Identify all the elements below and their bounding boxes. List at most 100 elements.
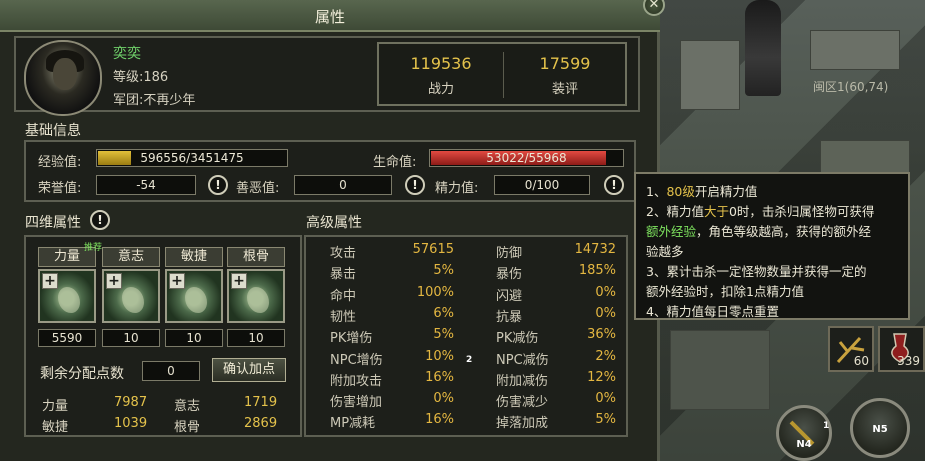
four-stats-box: 力量 推荐 意志 敏捷 根骨 + + + + 5590 10 10 10 剩余分… [24,235,302,437]
hp-bar: 53022/55968 [429,149,624,167]
strength-points: 5590 [38,329,96,347]
adv-stat-label: 暴伤 [496,267,523,283]
adv-stat-label: 闪避 [496,288,523,304]
beast-glyph [58,287,80,313]
combat-power-label: 战力 [427,82,454,97]
item-count: 339 [897,354,920,368]
body-glyph [247,287,269,313]
gear-score-label: 装评 [551,82,578,97]
karma-value: 0 [294,175,392,195]
adv-stat-label: 韧性 [330,309,357,325]
character-level: 等级:186 [113,70,169,85]
adv-stat-label: 附加攻击 [330,373,383,389]
add-point-icon[interactable]: + [106,273,122,289]
adv-stat-value: 10% [425,348,454,364]
adv-stat-label: PK增伤 [330,331,373,347]
honor-value: -54 [96,175,196,195]
adv-stat-value: 5% [595,412,616,428]
recommend-tag: 推荐 [84,243,103,253]
skill-label: N5 [872,424,888,435]
skill-button-n4[interactable]: N4 [776,405,832,461]
strength-icon[interactable]: + [38,269,96,323]
summary-value: 7987 [114,395,148,410]
adv-stat-label: 附加减伤 [496,373,549,389]
attributes-panel: 属性 奕奕 等级:186 军团:不再少年 119536 战力 17599 装评 … [0,0,665,461]
agility-icon[interactable]: + [165,269,223,323]
confirm-points-button[interactable]: 确认加点 [212,358,286,382]
tooltip-line: 额外经验，角色等级越高，获得的额外经 [646,224,872,239]
center-mark: 2 [466,355,473,365]
add-point-icon[interactable]: + [169,273,185,289]
summary-label: 敏捷 [42,420,69,435]
summary-label: 根骨 [174,420,201,435]
adv-stat-label: 命中 [330,288,357,304]
npc-figure[interactable] [745,0,781,96]
four-stats-info-icon[interactable]: ! [90,210,110,230]
sword-icon [789,420,815,446]
adv-stat-value: 0% [433,391,454,407]
karma-info-icon[interactable]: ! [405,175,425,195]
adv-stat-value: 6% [433,305,454,321]
adv-stat-value: 5% [433,263,454,279]
remaining-points-label: 剩余分配点数 [40,366,124,382]
summary-value: 2869 [244,416,278,431]
energy-value: 0/100 [494,175,590,195]
adv-stat-label: 抗暴 [496,309,523,325]
adv-stat-value: 0% [595,284,616,300]
add-point-icon[interactable]: + [42,273,58,289]
character-guild: 军团:不再少年 [113,93,196,108]
skill-button-n5[interactable]: N5 [850,398,910,458]
exp-bar: 596556/3451475 [96,149,288,167]
adv-stat-value: 2% [595,348,616,364]
summary-value: 1039 [114,416,148,431]
adv-stat-value: 0% [595,305,616,321]
stat-tab-will: 意志 [102,247,160,267]
skill-badge: 1 [823,421,830,431]
item-slot-herb[interactable]: 60 [828,326,874,372]
adv-stat-value: 57615 [412,242,454,257]
character-portrait [24,40,102,116]
spirit-glyph [122,287,144,313]
four-stats-header: 四维属性 [25,215,81,231]
window-title: 属性 [314,8,345,26]
adv-stat-value: 16% [425,369,454,385]
basic-info-header: 基础信息 [25,123,81,139]
add-point-icon[interactable]: + [231,273,247,289]
adv-stat-value: 100% [416,284,454,300]
tooltip-line: 1、80级开启精力值 [646,184,758,199]
honor-label: 荣誉值: [38,181,82,196]
tooltip-line: 4、精力值每日零点重置 [646,304,779,319]
adv-stat-label: MP减耗 [330,416,376,432]
karma-label: 善恶值: [236,181,280,196]
adv-stat-value: 185% [578,263,616,279]
ground-tile [670,330,770,410]
energy-info-icon[interactable]: ! [604,175,624,195]
tooltip-line: 额外经验时，扣除1点精力值 [646,284,804,299]
constitution-icon[interactable]: + [227,269,285,323]
adv-stat-value: 12% [587,369,616,385]
title-bar[interactable]: 属性 [0,0,660,32]
hp-label: 生命值: [373,155,417,170]
portrait-face [53,58,77,90]
honor-info-icon[interactable]: ! [208,175,228,195]
advanced-stats-header: 高级属性 [306,215,362,231]
stat-tab-constitution: 根骨 [227,247,285,267]
tooltip-line: 2、精力值大于0时，击杀归属怪物可获得 [646,204,875,219]
adv-stat-label: 暴击 [330,267,357,283]
score-box: 119536 战力 17599 装评 [377,42,627,106]
adv-stat-value: 36% [587,327,616,343]
energy-label: 精力值: [435,181,479,196]
hp-value: 53022/55968 [486,151,567,165]
gear-score-value: 17599 [539,54,591,73]
building-tile [680,40,740,110]
runner-glyph [185,287,207,313]
will-icon[interactable]: + [102,269,160,323]
adv-stat-value: 5% [433,327,454,343]
building-tile [810,30,900,70]
agility-points: 10 [165,329,223,347]
advanced-stats-box: 攻击 57615 暴击 5% 命中 100% 韧性 6% PK增伤 5% NPC增伤 10% 附加攻击 1… [304,235,628,437]
item-slot-potion[interactable]: 339 [878,326,925,372]
adv-stat-label: 伤害增加 [330,395,383,411]
character-name: 奕奕 [113,46,141,62]
adv-stat-label: NPC增伤 [330,352,383,368]
